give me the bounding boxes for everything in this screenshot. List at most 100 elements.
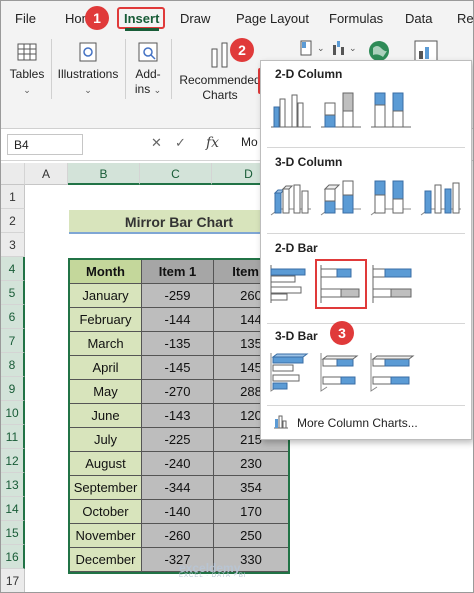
100-stacked-column-option[interactable] (367, 85, 415, 131)
name-box[interactable]: B4 (7, 134, 83, 155)
clustered-bar-option[interactable] (267, 261, 315, 307)
add-ins-label-1: Add- (135, 67, 161, 81)
sheet-title[interactable]: Mirror Bar Chart (69, 210, 289, 234)
row-header[interactable]: 7 (1, 329, 25, 353)
row-header[interactable]: 4 (1, 257, 25, 281)
row-header[interactable]: 11 (1, 425, 25, 449)
cell-item-1[interactable]: -259 (142, 284, 214, 308)
cell-month[interactable]: September (70, 476, 142, 500)
cell-item-1[interactable]: -225 (142, 428, 214, 452)
row-header[interactable]: 17 (1, 569, 25, 592)
row-header[interactable]: 10 (1, 401, 25, 425)
table-row: November -260 250 (70, 524, 288, 548)
table-row: June -143 120 (70, 404, 288, 428)
tab-review[interactable]: Rev (457, 11, 473, 26)
header-item-1[interactable]: Item 1 (142, 260, 214, 284)
tables-button[interactable]: Tables ⌄ (9, 41, 45, 98)
tab-page-layout[interactable]: Page Layout (236, 11, 309, 26)
3d-clustered-column-option[interactable] (267, 173, 315, 219)
tab-formulas[interactable]: Formulas (329, 11, 383, 26)
3d-100-stacked-bar-option[interactable] (367, 349, 415, 395)
table-row: October -140 170 (70, 500, 288, 524)
watermark-subtext: EXCEL · DATA · BI (179, 573, 247, 579)
3d-stacked-bar-option[interactable] (317, 349, 365, 395)
3d-stacked-column-option[interactable] (317, 173, 365, 219)
stacked-bar-option[interactable] (315, 259, 367, 309)
row-header[interactable]: 8 (1, 353, 25, 377)
cell-month[interactable]: May (70, 380, 142, 404)
row-header[interactable]: 15 (1, 521, 25, 545)
column-header-b[interactable]: B (68, 163, 140, 185)
row-header[interactable]: 13 (1, 473, 25, 497)
table-icon (17, 43, 37, 61)
column-header-a[interactable]: A (25, 163, 68, 185)
clustered-column-option[interactable] (267, 85, 315, 131)
formula-content[interactable]: Mo (241, 135, 258, 149)
cell-item-1[interactable]: -140 (142, 500, 214, 524)
cell-month[interactable]: November (70, 524, 142, 548)
add-ins-label-2: ins (134, 82, 151, 96)
100-stacked-bar-option[interactable] (369, 261, 417, 307)
add-ins-button[interactable]: Add- ins ⌄ (131, 41, 165, 98)
header-month[interactable]: Month (70, 260, 142, 284)
section-2d-column: 2-D Column (275, 67, 343, 81)
cell-item-2[interactable]: 354 (214, 476, 288, 500)
cell-month[interactable]: June (70, 404, 142, 428)
cell-item-1[interactable]: -144 (142, 308, 214, 332)
3d-100-stacked-column-option[interactable] (367, 173, 415, 219)
tab-draw[interactable]: Draw (180, 11, 210, 26)
cell-month[interactable]: August (70, 452, 142, 476)
cell-item-1[interactable]: -344 (142, 476, 214, 500)
cancel-icon[interactable]: ✕ (151, 135, 162, 151)
ribbon-tab-bar: File Home Insert Draw Page Layout Formul… (1, 1, 473, 33)
ribbon-divider (171, 39, 172, 99)
row-header[interactable]: 1 (1, 185, 25, 209)
more-column-charts-link[interactable]: More Column Charts... (273, 413, 418, 432)
row-header[interactable]: 14 (1, 497, 25, 521)
cell-month[interactable]: July (70, 428, 142, 452)
row-header[interactable]: 16 (1, 545, 25, 569)
cell-item-1[interactable]: -143 (142, 404, 214, 428)
active-tab-underline (125, 28, 159, 31)
column-header-c[interactable]: C (140, 163, 212, 185)
cell-item-2[interactable]: 170 (214, 500, 288, 524)
column-bar-chart-menu: 2-D Column 3-D Column 2-D Bar 3-D Bar Mo… (260, 60, 472, 440)
cell-item-1[interactable]: -135 (142, 332, 214, 356)
cell-month[interactable]: February (70, 308, 142, 332)
cell-month[interactable]: October (70, 500, 142, 524)
cell-item-2[interactable]: 230 (214, 452, 288, 476)
row-header[interactable]: 9 (1, 377, 25, 401)
tab-data[interactable]: Data (405, 11, 432, 26)
cell-month[interactable]: January (70, 284, 142, 308)
recommended-label-2: Charts (202, 88, 238, 102)
cell-month[interactable]: April (70, 356, 142, 380)
cell-month[interactable]: March (70, 332, 142, 356)
cell-item-1[interactable]: -260 (142, 524, 214, 548)
more-column-charts-label: More Column Charts... (297, 416, 418, 430)
row-header[interactable]: 2 (1, 209, 25, 233)
enter-icon[interactable]: ✓ (175, 135, 186, 151)
waterfall-chart-icon[interactable]: ⌄ (331, 39, 359, 59)
cell-item-2[interactable]: 250 (214, 524, 288, 548)
cell-month[interactable]: December (70, 548, 142, 572)
3d-clustered-bar-option[interactable] (267, 349, 315, 395)
row-header[interactable]: 12 (1, 449, 25, 473)
ribbon-divider (125, 39, 126, 99)
row-header[interactable]: 5 (1, 281, 25, 305)
section-3d-bar: 3-D Bar (275, 329, 318, 343)
3d-column-option[interactable] (417, 173, 465, 219)
select-all-corner[interactable] (1, 163, 25, 185)
tab-file[interactable]: File (15, 11, 36, 26)
illustrations-button[interactable]: Illustrations ⌄ (57, 41, 119, 98)
hierarchy-chart-icon[interactable]: ⌄ (299, 39, 327, 59)
cell-item-1[interactable]: -145 (142, 356, 214, 380)
stacked-column-option[interactable] (317, 85, 365, 131)
chevron-down-icon: ⌄ (23, 85, 31, 95)
row-header[interactable]: 3 (1, 233, 25, 257)
cell-item-1[interactable]: -240 (142, 452, 214, 476)
tables-label: Tables (9, 67, 45, 81)
row-header[interactable]: 6 (1, 305, 25, 329)
insert-function-icon[interactable]: fx (206, 135, 219, 151)
menu-divider (267, 323, 465, 324)
cell-item-1[interactable]: -270 (142, 380, 214, 404)
